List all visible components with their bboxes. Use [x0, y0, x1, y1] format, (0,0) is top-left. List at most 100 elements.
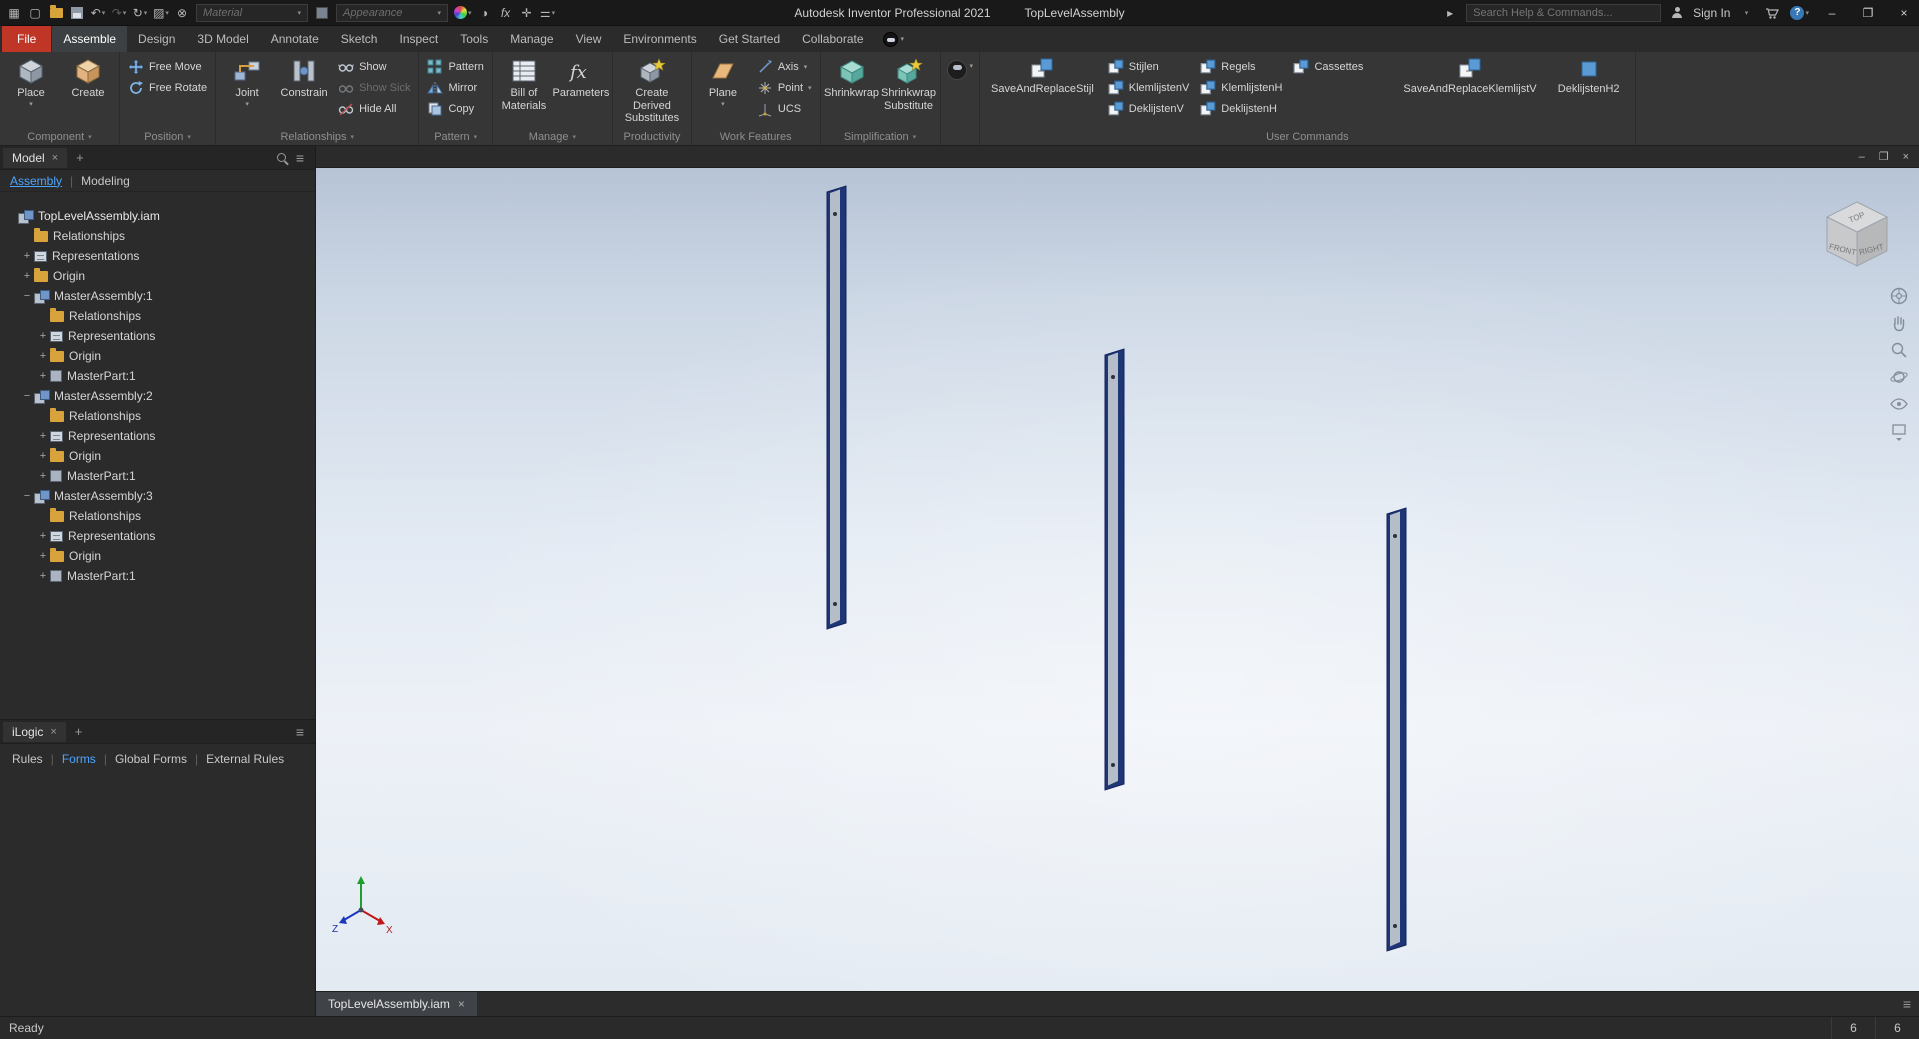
graphics-canvas[interactable]: TOP FRONT RIGHT X Z [316, 168, 1919, 991]
place-button[interactable]: Place ▾ [3, 53, 59, 109]
update-button[interactable]: ↻ ▾ [130, 3, 150, 23]
save-and-replace-klemlijstv-button[interactable]: SaveAndReplaceKlemlijstV [1395, 53, 1544, 96]
bill-of-materials-button[interactable]: Bill of Materials [496, 53, 552, 112]
shrinkwrap-substitute-button[interactable]: Shrinkwrap Substitute [881, 53, 937, 112]
deklijstenv-button[interactable]: DeklijstenV [1103, 99, 1195, 119]
adjust-icon[interactable]: ◑ [475, 3, 495, 23]
tree-item[interactable]: Relationships [0, 226, 315, 246]
create-button[interactable]: Create [60, 53, 116, 100]
tree-item[interactable]: + MasterPart:1 [0, 466, 315, 486]
doc-minimize-button[interactable]: – [1859, 151, 1865, 163]
tree-item[interactable]: + Representations [0, 326, 315, 346]
doc-restore-button[interactable]: ❐ [1879, 150, 1889, 163]
tree-expander[interactable]: + [20, 250, 34, 262]
shrinkwrap-button[interactable]: Shrinkwrap [824, 53, 880, 100]
cassettes-button[interactable]: Cassettes [1288, 57, 1368, 77]
orbit-icon[interactable] [1889, 367, 1909, 387]
copy-button[interactable]: Copy [422, 99, 488, 119]
clear-override-icon[interactable]: ⊗ [172, 3, 192, 23]
viewcube[interactable]: TOP FRONT RIGHT [1825, 201, 1889, 267]
point-button[interactable]: Point ▾ [752, 78, 817, 98]
free-rotate-button[interactable]: Free Rotate [123, 78, 212, 98]
tree-item[interactable]: + Origin [0, 546, 315, 566]
open-folder-icon[interactable] [46, 3, 66, 23]
ilogic-link-rules[interactable]: Rules [12, 752, 43, 766]
tree-item[interactable]: + Representations [0, 246, 315, 266]
axis-button[interactable]: Axis ▾ [752, 57, 817, 77]
appearance-combo[interactable]: Appearance ▾ [336, 3, 448, 22]
tree-item[interactable]: + MasterPart:1 [0, 566, 315, 586]
group-label-component[interactable]: Component ▾ [3, 128, 116, 145]
ilogic-link-forms[interactable]: Forms [62, 752, 96, 766]
hide-all-button[interactable]: Hide All [333, 99, 415, 119]
tree-expander[interactable]: + [36, 570, 50, 582]
add-panel-button[interactable]: + [69, 724, 89, 739]
save-icon[interactable] [67, 3, 87, 23]
tree-item[interactable]: Relationships [0, 306, 315, 326]
group-label-productivity[interactable]: Productivity [616, 128, 688, 145]
tree-item[interactable]: + Representations [0, 426, 315, 446]
group-label-position[interactable]: Position ▾ [123, 128, 212, 145]
tree-item[interactable]: + Origin [0, 346, 315, 366]
window-close-button[interactable]: × [1889, 0, 1919, 25]
ilogic-link-global-forms[interactable]: Global Forms [115, 752, 187, 766]
search-icon[interactable] [276, 153, 286, 162]
tree-expander[interactable]: + [36, 470, 50, 482]
tree-expander[interactable]: + [20, 270, 34, 282]
tree-item[interactable]: Relationships [0, 406, 315, 426]
color-wheel-icon[interactable]: ▾ [452, 3, 474, 23]
measure-icon[interactable]: ✛ [517, 3, 537, 23]
look-at-icon[interactable] [1889, 394, 1909, 414]
doc-close-button[interactable]: × [1903, 151, 1909, 163]
close-icon[interactable]: × [458, 997, 465, 1011]
post-occurrence-2[interactable] [1104, 348, 1125, 791]
signin-button[interactable]: Sign In [1693, 6, 1730, 20]
customize-qat-icon[interactable]: ⚌ ▾ [538, 3, 558, 23]
tree-expander[interactable]: − [20, 490, 34, 502]
tree-item[interactable]: − MasterAssembly:2 [0, 386, 315, 406]
tree-expander[interactable]: + [36, 370, 50, 382]
navbar-more-icon[interactable] [1889, 421, 1909, 441]
joint-button[interactable]: Joint ▾ [219, 53, 275, 109]
tree-expander[interactable]: + [36, 430, 50, 442]
tree-expander[interactable]: + [36, 550, 50, 562]
store-cart-icon[interactable] [1762, 3, 1782, 23]
tab-file[interactable]: File [2, 26, 52, 52]
save-and-replace-stijl-button[interactable]: SaveAndReplaceStijl [983, 53, 1102, 96]
post-occurrence-1[interactable] [826, 185, 847, 630]
group-label-relationships[interactable]: Relationships ▾ [219, 128, 415, 145]
panel-menu-icon[interactable]: ≡ [296, 150, 304, 166]
tree-expander[interactable]: + [36, 350, 50, 362]
tab-get-started[interactable]: Get Started [708, 26, 791, 52]
tree-item[interactable]: TopLevelAssembly.iam [0, 206, 315, 226]
tree-item[interactable]: + MasterPart:1 [0, 366, 315, 386]
tree-expander[interactable]: − [20, 390, 34, 402]
new-file-icon[interactable]: ▢ [25, 3, 45, 23]
tab-tools[interactable]: Tools [449, 26, 499, 52]
appearance-swatch-icon[interactable] [312, 3, 332, 23]
pattern-button[interactable]: Pattern [422, 57, 488, 77]
tree-expander[interactable]: + [36, 450, 50, 462]
material-combo[interactable]: Material ▾ [196, 3, 308, 22]
tab-3d-model[interactable]: 3D Model [186, 26, 259, 52]
document-tab-menu-icon[interactable]: ≡ [1903, 996, 1911, 1012]
panel-menu-icon[interactable]: ≡ [296, 724, 304, 740]
tab-collaborate[interactable]: Collaborate [791, 26, 874, 52]
undo-button[interactable]: ↶ ▾ [88, 3, 108, 23]
window-minimize-button[interactable]: – [1817, 0, 1847, 25]
model-tab[interactable]: Model × [3, 147, 68, 168]
tree-item[interactable]: − MasterAssembly:1 [0, 286, 315, 306]
tab-manage[interactable]: Manage [499, 26, 564, 52]
constrain-button[interactable]: Constrain [276, 53, 332, 100]
zoom-icon[interactable] [1889, 340, 1909, 360]
free-move-button[interactable]: Free Move [123, 57, 212, 77]
select-tool-icon[interactable]: ▨ ▾ [151, 3, 171, 23]
tab-view[interactable]: View [565, 26, 613, 52]
search-input[interactable] [1466, 3, 1662, 22]
steering-wheel-icon[interactable] [1889, 286, 1909, 306]
deklijstenh2-button[interactable]: DeklijstenH2 [1546, 53, 1632, 96]
tree-expander[interactable]: + [36, 330, 50, 342]
subtab-modeling[interactable]: Modeling [81, 174, 130, 188]
create-derived-substitutes-button[interactable]: Create Derived Substitutes [616, 53, 688, 125]
close-icon[interactable]: × [50, 726, 56, 738]
